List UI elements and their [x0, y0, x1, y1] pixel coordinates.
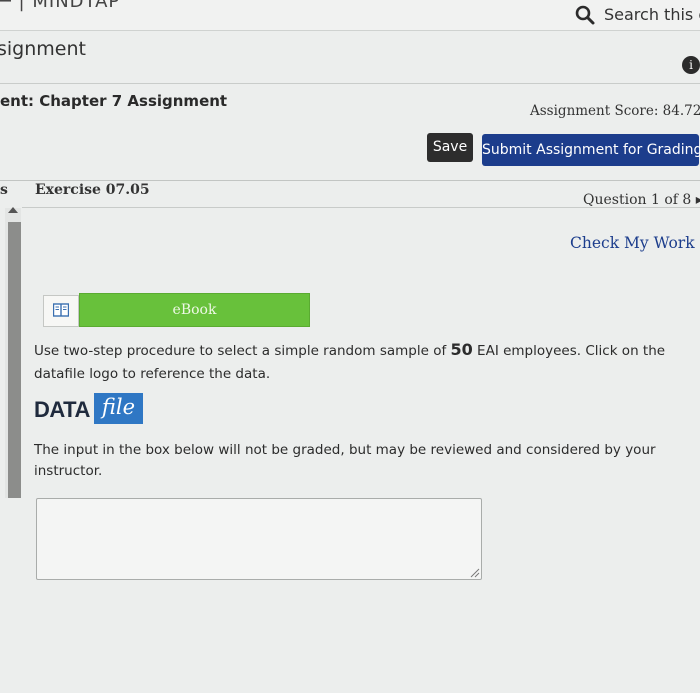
question-navigator[interactable]: Question 1 of 8 ▸: [583, 192, 700, 208]
question-instructions: Use two-step procedure to select a simpl…: [34, 338, 689, 386]
divider: [22, 207, 700, 208]
brand-text: MINDTAP: [32, 0, 121, 12]
check-my-work-link[interactable]: Check My Work: [570, 234, 695, 252]
datafile-logo-link[interactable]: DATA file: [34, 393, 144, 425]
submit-assignment-button[interactable]: Submit Assignment for Grading: [482, 134, 700, 166]
ebook-button[interactable]: eBook: [79, 293, 310, 327]
side-tab-label[interactable]: s: [0, 182, 8, 198]
divider: [0, 83, 700, 84]
instruction-text-pre: Use two-step procedure to select a simpl…: [34, 343, 451, 359]
graded-note: The input in the box below will not be g…: [34, 442, 656, 479]
search-input[interactable]: Search this co: [604, 5, 700, 24]
answer-textarea[interactable]: [36, 498, 482, 580]
save-button[interactable]: Save: [427, 133, 473, 162]
scrollbar-thumb[interactable]: [8, 222, 21, 498]
datafile-data-text: DATA: [34, 397, 90, 422]
info-icon[interactable]: i: [682, 56, 700, 74]
divider: [0, 180, 700, 181]
book-icon: [53, 303, 69, 317]
resize-grip-icon[interactable]: [470, 568, 480, 578]
exercise-title: Exercise 07.05: [35, 182, 150, 198]
sample-size-value: 50: [450, 340, 473, 359]
ebook-icon-button[interactable]: [43, 295, 79, 327]
brand-logo[interactable]: ─ | MINDTAP: [0, 0, 120, 12]
assignment-score: Assignment Score: 84.72%: [530, 103, 700, 119]
datafile-file-text: file: [94, 393, 143, 424]
page-heading: signment: [0, 38, 86, 60]
scroll-up-icon[interactable]: [8, 207, 18, 213]
search-icon[interactable]: [574, 4, 596, 26]
assignment-title: ent: Chapter 7 Assignment: [0, 92, 228, 110]
